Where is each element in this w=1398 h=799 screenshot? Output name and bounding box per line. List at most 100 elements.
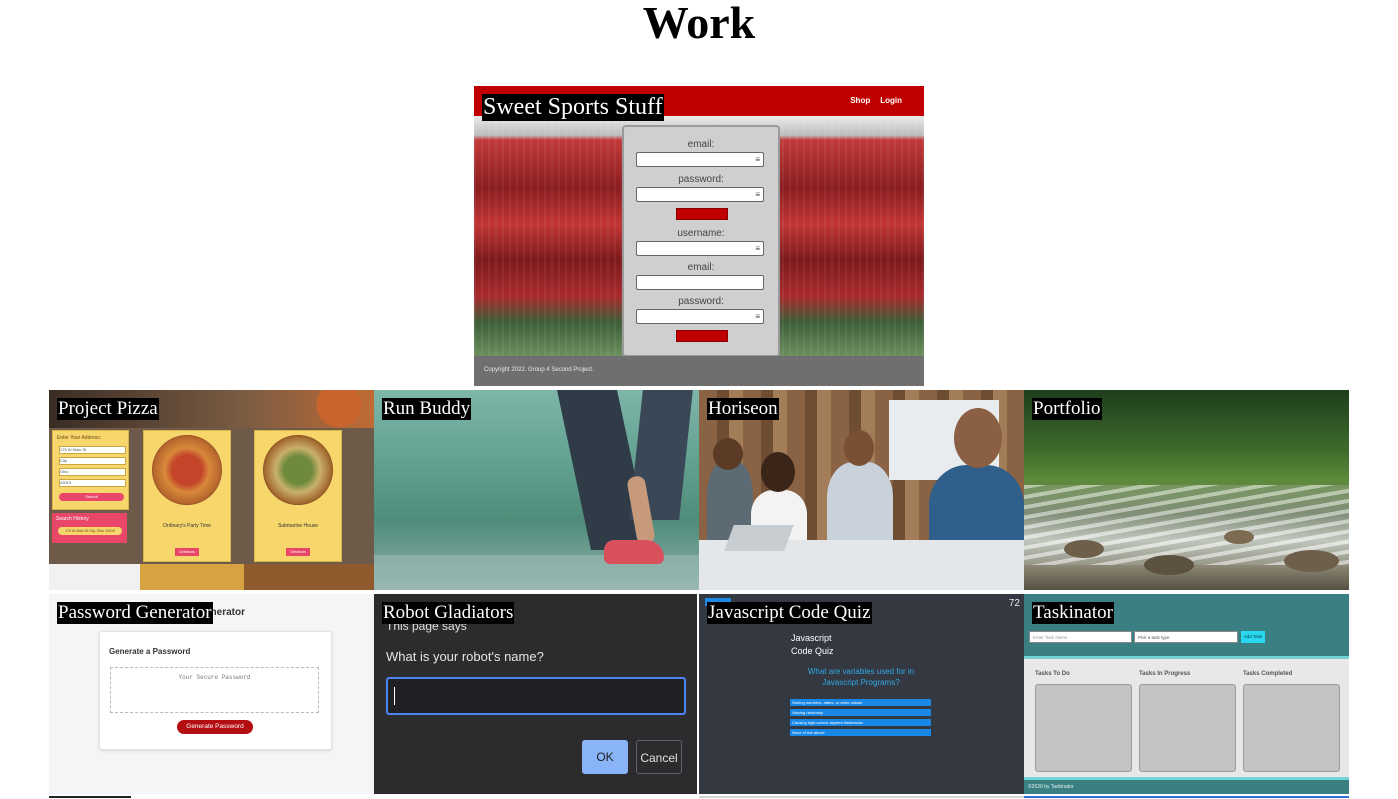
project-caption[interactable]: Portfolio: [1032, 398, 1102, 420]
search-history-preview: Search History 175 W Main St City, Ohio …: [52, 513, 127, 543]
preview-login-button: [676, 208, 728, 220]
project-caption[interactable]: Robot Gladiators: [382, 602, 515, 624]
restaurant-card: Ordinary's Party Time Directions: [143, 430, 231, 562]
quiz-option: Causing high-school algebra flashbacks: [790, 719, 931, 726]
address-field: 175 W Main St: [59, 446, 126, 454]
preview-label: username:: [677, 228, 725, 239]
preview-footer-text: Copyright 2022. Group 4 Second Project.: [484, 367, 594, 373]
next-row-edge: [49, 796, 131, 798]
preview-label: email:: [687, 262, 715, 273]
project-tile-robot-gladiators[interactable]: This page says What is your robot's name…: [374, 594, 697, 794]
dialog-input-preview: [386, 677, 686, 715]
quiz-title: Javascript Code Quiz: [791, 632, 834, 658]
preview-input: ≡: [636, 187, 764, 202]
next-row-edge: [1024, 796, 1349, 798]
dialog-ok-preview: OK: [582, 740, 628, 774]
person-image: [827, 462, 893, 550]
project-tile-sweet-sports-stuff[interactable]: Shop Login email: ≡ password: ≡ username:…: [474, 86, 924, 386]
person-head-image: [713, 438, 743, 470]
city-field: City: [59, 457, 126, 465]
task-column-header: Tasks Completed: [1243, 671, 1293, 677]
task-column-header: Tasks In Progress: [1139, 671, 1191, 677]
rock-image: [1224, 530, 1254, 544]
preview-input: ≡: [636, 309, 764, 324]
project-caption[interactable]: Sweet Sports Stuff: [482, 94, 664, 121]
project-tile-horiseon[interactable]: Horiseon: [699, 390, 1024, 590]
project-tile-taskinator[interactable]: Enter Task Name Pick a task type Add Tas…: [1024, 594, 1349, 794]
preview-label: email:: [687, 139, 715, 150]
preview-signup-button: [676, 330, 728, 342]
history-item: 175 W Main St City, Ohio 43015: [58, 527, 122, 535]
key-icon: ≡: [755, 312, 760, 321]
person-head-image: [954, 408, 1002, 468]
preview-form-card: email: ≡ password: ≡ username: ≡ email: …: [622, 125, 780, 357]
preview-input: [636, 275, 764, 290]
project-caption[interactable]: Javascript Code Quiz: [707, 602, 872, 624]
restaurant-card: Submarine House Directions: [254, 430, 342, 562]
next-row-edge: [699, 796, 1024, 798]
directions-button-preview: Directions: [286, 548, 310, 556]
quiz-timer: 72: [1008, 598, 1020, 609]
address-label: Enter Your Address:: [57, 435, 102, 441]
task-column: [1243, 684, 1340, 772]
task-column: [1139, 684, 1236, 772]
running-shoe-image: [604, 540, 664, 564]
task-column-header: Tasks To Do: [1035, 671, 1070, 677]
key-icon: ≡: [755, 155, 760, 164]
add-task-button-preview: Add Task: [1241, 631, 1265, 643]
zip-field: 43015: [59, 479, 126, 487]
quiz-option: Storing numbers, dates, or other values: [790, 699, 931, 706]
restaurant-name: Ordinary's Party Time: [163, 523, 211, 529]
project-tile-run-buddy[interactable]: Run Buddy: [374, 390, 699, 590]
project-tile-project-pizza[interactable]: Enter Your Address: 175 W Main St City O…: [49, 390, 374, 590]
preview-input: ≡: [636, 152, 764, 167]
generate-button-preview: Generate Password: [177, 720, 253, 734]
dialog-cancel-preview: Cancel: [636, 740, 682, 774]
pizza-bottom-image: [49, 564, 374, 590]
key-icon: ≡: [755, 244, 760, 253]
quiz-title-line: Javascript: [791, 633, 832, 643]
task-column: [1035, 684, 1132, 772]
person-head-image: [761, 452, 795, 492]
task-name-field-preview: Enter Task Name: [1029, 631, 1132, 643]
laptop-image: [724, 525, 794, 551]
project-tile-password-generator[interactable]: enerator Generate a Password Your Secure…: [49, 594, 374, 794]
page-title: Work: [642, 0, 756, 48]
rock-image: [1284, 550, 1339, 572]
pizza-image: [152, 435, 222, 505]
project-tile-portfolio[interactable]: Portfolio: [1024, 390, 1349, 590]
preview-label: password:: [678, 174, 724, 185]
text-cursor: [394, 687, 395, 705]
preview-footer: Copyright 2022. Group 4 Second Project.: [474, 356, 924, 386]
preview-nav-shop: Shop: [850, 96, 871, 105]
person-head-image: [844, 430, 874, 466]
project-caption[interactable]: Password Generator: [57, 602, 213, 624]
task-footer-text: ©2020 by Taskinator: [1028, 784, 1074, 790]
task-type-select-preview: Pick a task type: [1134, 631, 1238, 643]
restaurant-name: Submarine House: [277, 523, 319, 529]
submit-button-preview: Submit: [59, 493, 124, 501]
project-caption[interactable]: Horiseon: [707, 398, 779, 420]
quiz-option: Varying randomly: [790, 709, 931, 716]
pizza-image: [263, 435, 333, 505]
project-caption[interactable]: Taskinator: [1032, 602, 1114, 624]
quiz-option: None of the above: [790, 729, 931, 736]
task-footer: ©2020 by Taskinator: [1024, 777, 1349, 794]
dialog-question: What is your robot's name?: [386, 649, 544, 664]
quiz-title-line: Code Quiz: [791, 646, 834, 656]
preview-label: password:: [678, 296, 724, 307]
password-textarea-preview: Your Secure Password: [110, 667, 319, 713]
rock-image: [1144, 555, 1194, 575]
project-caption[interactable]: Project Pizza: [57, 398, 159, 420]
quiz-question: What are variables used for in Javascrip…: [807, 667, 915, 687]
address-form-preview: Enter Your Address: 175 W Main St City O…: [52, 430, 129, 510]
directions-button-preview: Directions: [175, 548, 199, 556]
preview-input: ≡: [636, 241, 764, 256]
project-caption[interactable]: Run Buddy: [382, 398, 472, 420]
rock-image: [1064, 540, 1104, 558]
project-tile-javascript-code-quiz[interactable]: 72 Javascript Code Quiz What are variabl…: [699, 594, 1024, 794]
history-label: Search History: [56, 516, 89, 522]
state-field: Ohio: [59, 468, 126, 476]
preview-nav-login: Login: [880, 96, 902, 105]
password-placeholder: Your Secure Password: [178, 674, 251, 681]
